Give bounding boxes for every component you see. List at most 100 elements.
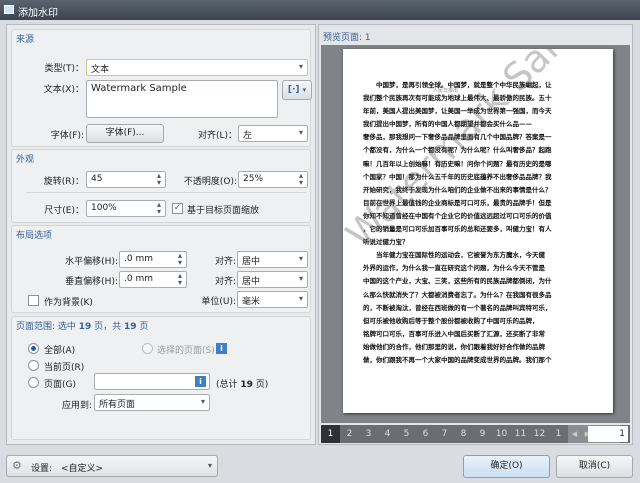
source-section: 来源 类型(T)： 文本 ▾ 文本(X)： Watermark Sample [·… xyxy=(11,29,312,147)
v-align-select[interactable]: 居中 ▾ xyxy=(237,271,308,288)
text-value: Watermark Sample xyxy=(91,83,187,94)
h-offset-spinner[interactable]: .0 mm ▴ ▾ xyxy=(119,251,187,268)
text-line: 始做他们的合作，他们那里的说，你们跟着我好好合作做的品牌 xyxy=(363,342,545,351)
text-line: 但可乐被他收购后等于整个股份都被收购了中国可乐的品牌， xyxy=(363,316,539,325)
type-value: 文本 xyxy=(91,65,110,75)
text-line: 么那么快就消失了？大都被消费者忘了。为什么？在我国有很多品 xyxy=(363,290,552,299)
font-button[interactable]: 字体(F)... xyxy=(86,124,164,143)
chevron-down-icon: ▾ xyxy=(298,274,303,283)
rotation-spinner[interactable]: 45 ▴ ▾ xyxy=(86,171,166,188)
unit-value: 毫米 xyxy=(242,297,261,307)
v-offset-value: .0 mm xyxy=(124,274,153,284)
title-bar: 添加水印 xyxy=(0,0,640,20)
page-tab[interactable]: 2 xyxy=(340,425,359,443)
total-pages-text: (总计 19 页) xyxy=(216,380,269,390)
app-icon xyxy=(4,5,14,14)
text-line: 外界的运作，为什么我一直在研究这个问题，为什么今天不管是 xyxy=(363,264,545,273)
page-tab[interactable]: 5 xyxy=(397,425,416,443)
preview-panel: 预览页面: 1 人民日报出 中国梦，是再引领全球。中国梦，就是整个中华民族崛起，… xyxy=(318,24,633,445)
text-line: 个都没有，为什么一个都没有呢？为什么呢？什么叫奢侈品？起跑 xyxy=(363,146,552,155)
spinner-arrows-icon: ▴ ▾ xyxy=(177,271,182,287)
text-line: 中国的这个产业，大宝、三笑，这些所有的民族品牌都倒闭，为什 xyxy=(363,277,552,286)
page-tab[interactable]: 1 xyxy=(321,425,340,443)
insert-variable-button[interactable]: [·] ▾ xyxy=(282,80,312,100)
section-header: 外观 xyxy=(16,155,35,165)
type-select[interactable]: 文本 ▾ xyxy=(86,59,308,76)
page-range-section: 页面范围: 选中 19 页，共 19 页 全部(A) 选择的页面(S) i 当前… xyxy=(11,316,311,440)
settings-label: 设置: xyxy=(31,464,53,474)
apply-to-label: 应用到: xyxy=(61,401,92,411)
text-line: 当年健力宝在国际性的运动会，它被誉为东方魔水，今天健 xyxy=(363,251,545,260)
page-tab[interactable]: 6 xyxy=(416,425,435,443)
v-align-label: 对齐: xyxy=(214,277,236,287)
type-label: 类型(T)： xyxy=(44,64,84,74)
page-navigator: 1234567891011121 ◀ ▶ ◂ ▶| 1 xyxy=(321,425,630,443)
rotation-label: 旋转(R)： xyxy=(43,177,84,187)
pages-input[interactable]: i xyxy=(94,373,210,390)
apply-to-value: 所有页面 xyxy=(99,400,136,410)
radio-current-page[interactable] xyxy=(28,360,39,371)
page-tab[interactable]: 12 xyxy=(530,425,549,443)
spinner-arrows-icon: ▴ ▾ xyxy=(156,200,161,216)
page-tab[interactable]: 9 xyxy=(473,425,492,443)
spinner-arrows-icon: ▴ ▾ xyxy=(177,251,182,267)
align-label: 对齐(L)： xyxy=(197,131,237,141)
size-value: 100% xyxy=(91,203,117,213)
info-icon[interactable]: i xyxy=(216,343,227,354)
radio-selected-pages[interactable] xyxy=(142,343,153,354)
text-line: 听说过健力宝？ xyxy=(363,238,409,247)
v-offset-spinner[interactable]: .0 mm ▴ ▾ xyxy=(119,271,187,288)
first-page-icon[interactable]: ◀ xyxy=(568,425,581,443)
preview-page: 人民日报出 中国梦，是再引领全球。中国梦，就是整个中华民族崛起，让 我们整个民族再… xyxy=(343,49,613,413)
background-checkbox[interactable] xyxy=(28,295,39,306)
ok-button[interactable]: 确定(O) xyxy=(463,455,550,478)
page-tab[interactable]: 4 xyxy=(378,425,397,443)
opacity-label: 不透明度(O): xyxy=(183,177,237,187)
align-select[interactable]: 左 ▾ xyxy=(238,125,308,142)
align-value: 左 xyxy=(243,131,253,141)
scale-checkbox[interactable]: ✓ xyxy=(172,203,183,214)
page-tab[interactable]: 10 xyxy=(492,425,511,443)
unit-label: 单位(U): xyxy=(201,297,236,307)
page-number-input[interactable]: 1 xyxy=(588,426,628,442)
spinner-arrows-icon: ▴ ▾ xyxy=(156,171,161,187)
page-tab[interactable]: 1 xyxy=(549,425,568,443)
unit-select[interactable]: 毫米 ▾ xyxy=(237,291,308,308)
rotation-value: 45 xyxy=(91,174,103,184)
settings-combo[interactable]: ⚙ 设置: <自定义> ▾ xyxy=(6,455,218,477)
text-label: 文本(X)： xyxy=(43,85,84,95)
opacity-spinner[interactable]: 25% ▴ ▾ xyxy=(238,171,308,188)
chevron-down-icon: ▾ xyxy=(298,62,303,71)
v-offset-label: 垂直偏移(H): xyxy=(65,277,118,287)
cancel-button[interactable]: 取消(C) xyxy=(556,455,633,478)
apply-to-select[interactable]: 所有页面 ▾ xyxy=(94,394,210,411)
radio-current-page-label: 当前页(R) xyxy=(44,363,85,373)
page-tab[interactable]: 3 xyxy=(359,425,378,443)
radio-selected-pages-label: 选择的页面(S) xyxy=(157,346,215,356)
info-icon[interactable]: i xyxy=(195,376,206,387)
section-header: 来源 xyxy=(16,35,35,45)
section-header: 布局选项 xyxy=(16,231,53,241)
spinner-arrows-icon: ▴ ▾ xyxy=(298,171,303,187)
opacity-value: 25% xyxy=(243,174,264,184)
window-title: 添加水印 xyxy=(18,8,58,19)
page-tab[interactable]: 7 xyxy=(435,425,454,443)
text-input[interactable]: Watermark Sample xyxy=(86,80,278,118)
variable-icon: [·] xyxy=(287,85,300,95)
h-align-label: 对齐: xyxy=(214,257,236,267)
h-align-select[interactable]: 居中 ▾ xyxy=(237,251,308,268)
h-offset-value: .0 mm xyxy=(124,254,153,264)
radio-all[interactable] xyxy=(28,343,39,354)
text-line: 的，不断被淘汰，曾经在西班做的有一个著名的品牌叫宾特可乐， xyxy=(363,303,552,312)
chevron-down-icon: ▾ xyxy=(207,461,212,470)
radio-pages[interactable] xyxy=(28,377,39,388)
text-line: 铭牌可口可乐，百事可乐进入中国后买断了汇源，还买断了非常 xyxy=(363,329,545,338)
size-spinner[interactable]: 100% ▴ ▾ xyxy=(86,200,166,217)
gear-icon: ⚙ xyxy=(12,459,22,472)
preview-header: 预览页面: 1 xyxy=(323,33,371,43)
page-tab[interactable]: 11 xyxy=(511,425,530,443)
page-tab[interactable]: 8 xyxy=(454,425,473,443)
font-label: 字体(F): xyxy=(50,131,84,141)
size-label: 尺寸(E)： xyxy=(44,206,84,216)
chevron-down-icon: ▾ xyxy=(298,128,303,137)
